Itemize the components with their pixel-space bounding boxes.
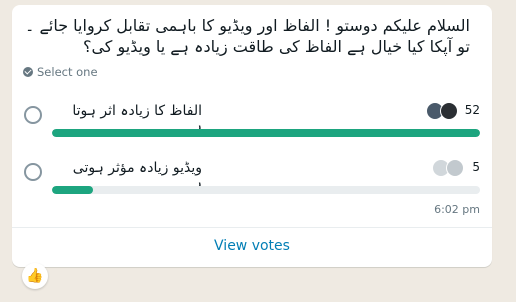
divider bbox=[12, 227, 492, 228]
voter-avatar bbox=[440, 102, 458, 120]
poll-option-1[interactable]: الفاظ کا زیادہ اثر ہوتا ہے 52 bbox=[12, 100, 492, 140]
view-votes-button[interactable]: View votes bbox=[12, 238, 492, 254]
select-one-hint: Select one bbox=[23, 65, 98, 79]
option-1-voter-avatars[interactable] bbox=[426, 102, 458, 120]
option-1-progress-fill bbox=[52, 129, 480, 137]
message-timestamp: 6:02 pm bbox=[434, 203, 480, 216]
option-2-vote-count: 5 bbox=[472, 160, 480, 174]
reaction-badge[interactable]: 👍 bbox=[22, 263, 48, 289]
option-2-voter-avatars[interactable] bbox=[432, 159, 464, 177]
thumbs-up-icon: 👍 bbox=[26, 268, 44, 284]
poll-option-2[interactable]: ویڈیو زیادہ مؤثر ہوتی ہے 5 bbox=[12, 157, 492, 197]
poll-message-bubble: السلام علیکم دوستو ! الفاظ اور ویڈیو کا … bbox=[12, 5, 492, 267]
option-2-progress-track bbox=[52, 186, 480, 194]
option-2-progress-fill bbox=[52, 186, 94, 194]
poll-question: السلام علیکم دوستو ! الفاظ اور ویڈیو کا … bbox=[25, 16, 470, 56]
option-1-radio[interactable] bbox=[24, 106, 42, 124]
check-circle-icon bbox=[23, 67, 33, 77]
option-1-progress-track bbox=[52, 129, 480, 137]
default-avatar-icon bbox=[446, 159, 464, 177]
option-1-vote-count: 52 bbox=[464, 103, 480, 117]
select-one-label: Select one bbox=[37, 65, 98, 79]
option-2-radio[interactable] bbox=[24, 163, 42, 181]
